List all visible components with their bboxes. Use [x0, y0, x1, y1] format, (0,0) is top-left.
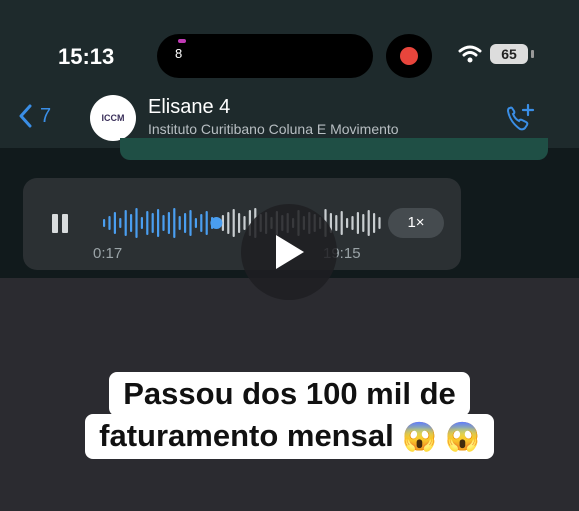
waveform-bar — [140, 217, 143, 229]
dynamic-island: 8 — [157, 34, 373, 78]
waveform-bar — [108, 216, 111, 230]
waveform-bar — [157, 209, 160, 237]
waveform-bar — [238, 213, 241, 233]
waveform-bar — [194, 218, 197, 228]
waveform-bar — [184, 213, 187, 233]
waveform-bar — [340, 211, 343, 235]
avatar[interactable]: ICCM — [90, 95, 136, 141]
waveform-bar — [130, 214, 133, 232]
waveform-bar — [113, 212, 116, 234]
waveform-bar — [378, 217, 381, 229]
caption-line-1: Passou dos 100 mil de — [109, 372, 470, 416]
waveform-bar — [167, 212, 170, 234]
waveform-bar — [173, 208, 176, 238]
waveform-bar — [356, 212, 359, 234]
waveform-bar — [227, 212, 230, 234]
island-badge: 8 — [175, 46, 183, 61]
waveform-bar — [146, 211, 149, 235]
waveform-bar — [135, 208, 138, 238]
waveform-bar — [124, 210, 127, 236]
waveform-bar — [205, 211, 208, 235]
play-icon — [276, 235, 304, 269]
waveform-bar — [119, 218, 122, 228]
waveform-bar — [151, 213, 154, 233]
waveform-bar — [335, 215, 338, 231]
pause-icon[interactable] — [52, 214, 68, 233]
battery-nub — [531, 50, 534, 58]
unread-count: 7 — [40, 104, 52, 127]
video-play-button[interactable] — [241, 204, 337, 300]
screen-record-indicator[interactable] — [386, 34, 432, 78]
waveform-bar — [362, 214, 365, 232]
record-icon — [400, 47, 418, 65]
caption-line-2: faturamento mensal 😱 😱 — [85, 414, 494, 459]
video-caption: Passou dos 100 mil de faturamento mensal… — [0, 372, 579, 459]
playback-speed-button[interactable]: 1× — [388, 208, 444, 238]
contact-name[interactable]: Elisane 4 — [148, 96, 230, 119]
outgoing-message-bubble — [120, 138, 548, 160]
contact-subtitle: Instituto Curitibano Coluna E Movimento — [148, 121, 399, 137]
waveform-bar — [373, 213, 376, 233]
waveform-bar — [103, 219, 106, 227]
waveform-bar — [232, 209, 235, 237]
back-button[interactable]: 7 — [18, 104, 51, 128]
playback-position-handle[interactable] — [210, 217, 223, 229]
avatar-logo-text: ICCM — [101, 113, 125, 123]
waveform-bar — [178, 216, 181, 230]
battery-indicator: 65 — [490, 44, 528, 64]
add-call-icon[interactable] — [504, 102, 536, 134]
waveform-bar — [200, 214, 203, 232]
wifi-icon — [458, 45, 482, 63]
waveform-bar — [243, 216, 246, 230]
waveform-bar — [346, 218, 349, 228]
waveform-bar — [367, 210, 370, 236]
waveform-bar — [189, 210, 192, 236]
scream-emoji-icon: 😱 😱 — [402, 421, 480, 452]
waveform-bar — [162, 215, 165, 231]
chevron-left-icon — [19, 104, 32, 128]
waveform-bar — [351, 216, 354, 230]
island-indicator-dot — [178, 39, 186, 43]
status-time: 15:13 — [58, 44, 115, 69]
caption-line-2-text: faturamento mensal — [99, 418, 394, 453]
audio-elapsed-time: 0:17 — [93, 245, 123, 262]
